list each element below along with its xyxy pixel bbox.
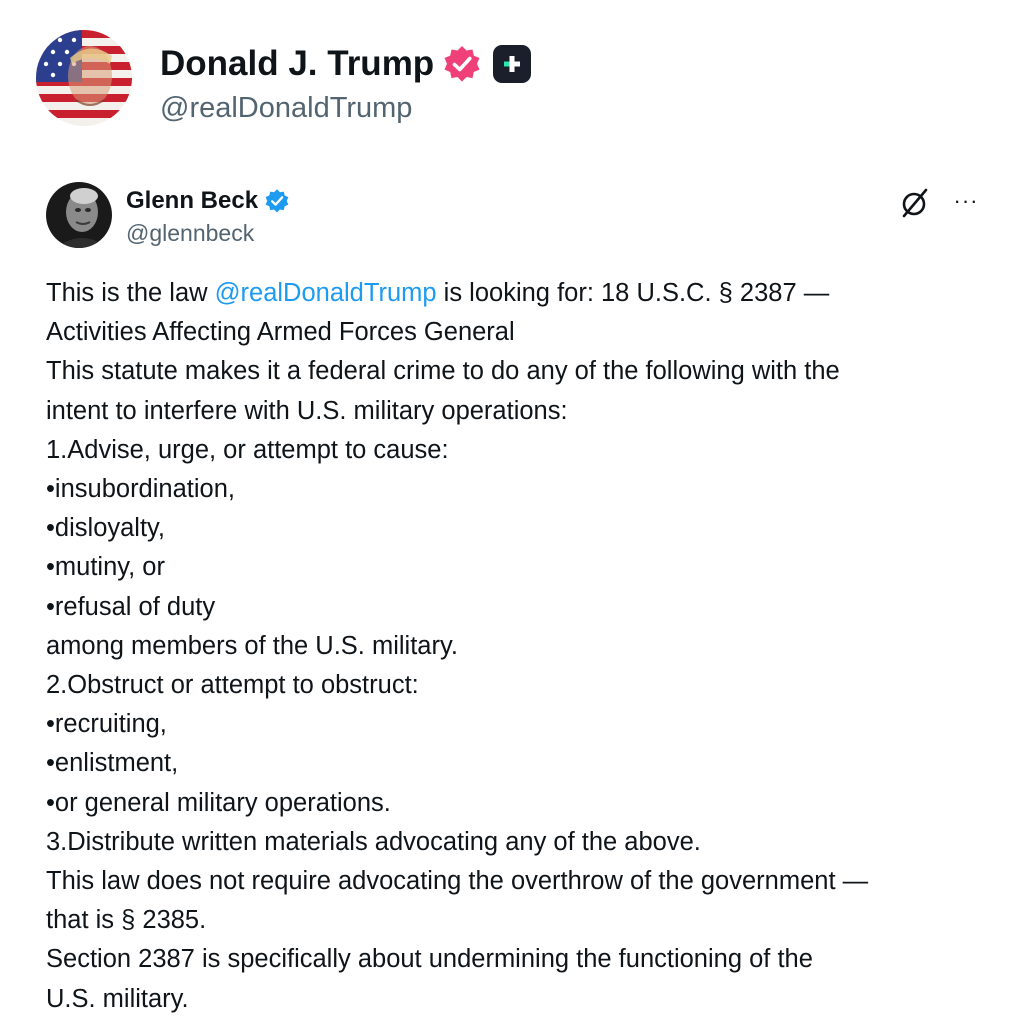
author-name[interactable]: Donald J. Trump xyxy=(160,44,434,84)
quoted-name-row: Glenn Beck xyxy=(126,184,290,218)
post-line: that is § 2385. xyxy=(46,906,207,935)
verified-badge-icon[interactable] xyxy=(264,188,290,214)
post-line: 2.Obstruct or attempt to obstruct: xyxy=(46,671,419,700)
author-avatar[interactable] xyxy=(36,30,132,126)
avatar-image xyxy=(36,30,132,126)
post-text: This is the law xyxy=(46,279,215,307)
post-line: •or general military operations. xyxy=(46,788,391,817)
quoted-author-name[interactable]: Glenn Beck xyxy=(126,187,258,215)
post-line: •refusal of duty xyxy=(46,592,216,621)
quoted-author-avatar[interactable] xyxy=(46,182,112,248)
author-header: Donald J. Trump @realDonaldTrump xyxy=(36,30,636,130)
post-body: This is the law @realDonaldTrump is look… xyxy=(46,274,986,1019)
post-line: among members of the U.S. military. xyxy=(46,631,458,660)
quoted-author-handle[interactable]: @glennbeck xyxy=(126,220,254,247)
post-line: 1.Advise, urge, or attempt to cause: xyxy=(46,435,449,464)
post-line: This statute makes it a federal crime to… xyxy=(46,357,840,386)
more-icon[interactable]: ··· xyxy=(946,184,986,218)
author-name-row: Donald J. Trump xyxy=(160,42,532,86)
post-line: Section 2387 is specifically about under… xyxy=(46,945,813,974)
post-line: •disloyalty, xyxy=(46,514,165,543)
post-line: Activities Affecting Armed Forces Genera… xyxy=(46,318,515,347)
verified-badge-icon[interactable] xyxy=(442,44,482,84)
author-handle[interactable]: @realDonaldTrump xyxy=(160,92,412,125)
post-line: •insubordination, xyxy=(46,475,235,504)
post-line: •recruiting, xyxy=(46,710,167,739)
plus-badge-icon[interactable] xyxy=(492,44,532,84)
grok-icon[interactable] xyxy=(898,186,932,220)
mention-link[interactable]: @realDonaldTrump xyxy=(215,279,437,307)
post-text: is looking for: 18 U.S.C. § 2387 — xyxy=(436,279,830,307)
post-line: •enlistment, xyxy=(46,749,179,778)
post-line: •mutiny, or xyxy=(46,553,165,582)
post-line: intent to interfere with U.S. military o… xyxy=(46,396,568,425)
post-line: U.S. military. xyxy=(46,984,189,1013)
post-line: This law does not require advocating the… xyxy=(46,867,869,896)
post-line: This is the law @realDonaldTrump is look… xyxy=(46,274,986,313)
post-line: 3.Distribute written materials advocatin… xyxy=(46,827,701,856)
avatar-image xyxy=(46,182,112,248)
